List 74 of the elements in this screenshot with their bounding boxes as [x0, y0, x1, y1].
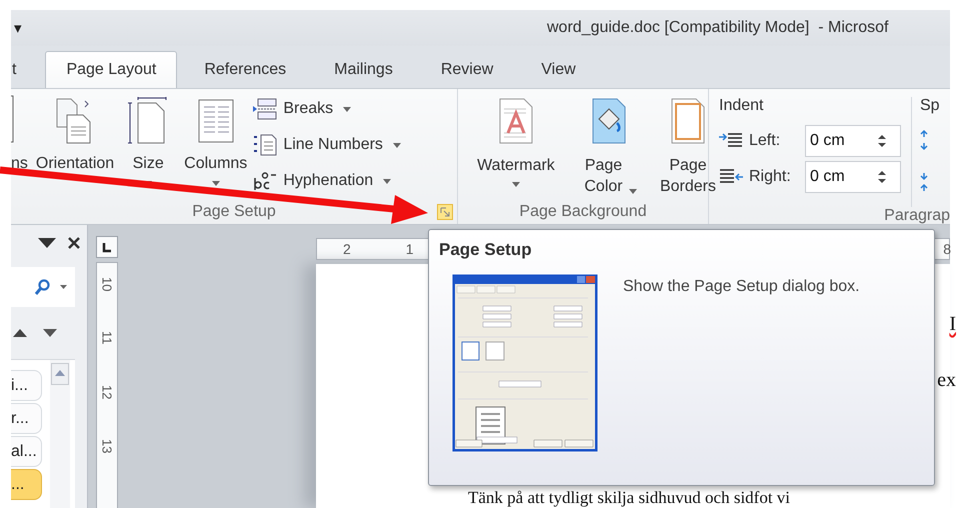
ribbon-tab[interactable]: Mailings — [313, 51, 414, 88]
ribbon-button[interactable]: Hyphenation — [253, 169, 401, 193]
dialog-launcher-icon[interactable] — [437, 204, 453, 220]
button-label: Page Color — [583, 156, 624, 197]
button-label: Breaks — [283, 100, 334, 118]
button-label: ns — [11, 155, 28, 173]
tab-stop-icon[interactable] — [96, 236, 118, 258]
caret-icon — [392, 142, 401, 148]
ruler-number: 11 — [100, 331, 114, 345]
ribbon-button[interactable]: ns — [11, 95, 32, 173]
spin-field[interactable]: 0 cm — [805, 161, 901, 193]
ruler-number: 10 — [100, 277, 114, 292]
ruler-number: 2 — [343, 241, 351, 257]
dropdown-icon[interactable] — [38, 238, 56, 248]
ruler-number: 13 — [100, 439, 114, 454]
quick-access-menu[interactable]: ▾ — [14, 19, 22, 37]
line-numbers-icon — [253, 134, 278, 156]
caret-icon — [383, 178, 392, 184]
caret-icon — [512, 182, 520, 187]
window-title: word_guide.doc [Compatibility Mode] - Microsof — [547, 19, 888, 37]
hyphenation-icon — [253, 170, 278, 192]
field-label: Left: — [749, 132, 782, 150]
document-text: Tänk på att tydligt skilja sidhuvud och sidfot vi — [468, 487, 790, 508]
caret-icon[interactable] — [60, 285, 67, 289]
indent-right-icon — [719, 168, 743, 186]
button-label: Orientation — [36, 155, 114, 173]
caret-icon — [343, 106, 352, 112]
ribbon-tab[interactable]: References — [183, 51, 308, 88]
button-label: Columns — [184, 155, 248, 173]
button-label: Line Numbers — [283, 136, 383, 154]
button-label: Page Borders — [660, 157, 716, 195]
ribbon-button[interactable]: Orientation — [32, 95, 118, 173]
ruler-number: 12 — [100, 384, 114, 400]
result-item[interactable]: i... — [11, 370, 42, 401]
ruler-number: 8 — [943, 241, 951, 257]
ruler-number: 1 — [406, 241, 414, 257]
ribbon-tab[interactable]: View — [520, 51, 597, 88]
document-text: I — [949, 313, 956, 335]
previous-icon[interactable] — [13, 329, 27, 337]
search-field[interactable] — [11, 267, 75, 307]
ribbon-button[interactable]: Breaks — [253, 97, 401, 121]
spinner-arrows-icon[interactable] — [878, 170, 886, 184]
result-item[interactable]: ... — [11, 469, 42, 500]
result-item[interactable]: r... — [11, 403, 42, 434]
spacing-label: Sp — [920, 97, 940, 116]
scroll-up-icon[interactable] — [51, 363, 69, 385]
tooltip-title: Page Setup — [439, 240, 533, 260]
close-icon[interactable] — [68, 237, 80, 249]
ribbon-button[interactable]: Watermark — [466, 95, 566, 187]
group-label: Paragrap — [884, 207, 950, 225]
ribbon-button[interactable]: Columns — [180, 95, 252, 186]
group-label: Page Background — [519, 203, 647, 221]
group-label: Page Setup — [192, 203, 276, 221]
ribbon-button[interactable]: Line Numbers — [253, 133, 401, 157]
result-item[interactable]: al... — [11, 436, 42, 467]
ribbon-tab[interactable]: Review — [420, 51, 514, 88]
button-label: Watermark — [477, 157, 555, 174]
button-label: Hyphenation — [283, 172, 374, 190]
tooltip-description: Show the Page Setup dialog box. — [623, 278, 860, 296]
document-text: ex — [937, 369, 956, 391]
next-icon[interactable] — [43, 329, 57, 337]
spinner-arrows-icon[interactable] — [878, 134, 886, 148]
page-break-icon — [253, 98, 278, 120]
field-label: Right: — [749, 168, 792, 186]
spin-field[interactable]: 0 cm — [805, 125, 901, 157]
caret-icon — [212, 181, 220, 186]
search-icon[interactable] — [34, 278, 50, 296]
button-label: Size — [132, 155, 164, 173]
caret-icon — [628, 189, 636, 194]
ribbon-button[interactable]: Page Color — [570, 95, 648, 197]
scrollbar[interactable] — [50, 360, 70, 508]
ribbon-tab[interactable]: Page Layout — [45, 51, 178, 88]
indent-left-icon — [719, 132, 743, 150]
ribbon-tab[interactable]: t — [11, 51, 26, 88]
